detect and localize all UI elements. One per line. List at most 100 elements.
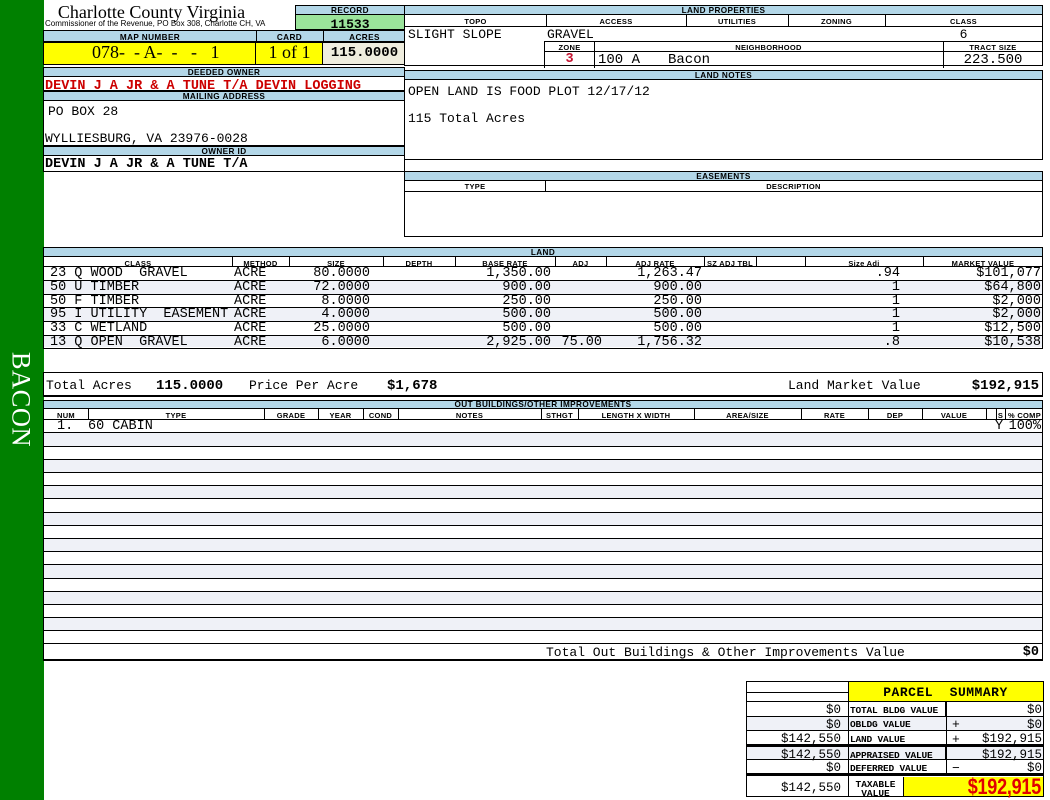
parcel-summary-title: PARCEL SUMMARY bbox=[883, 685, 1008, 700]
column-divider bbox=[289, 257, 290, 266]
parcel-summary-taxable-row: $142,550 TAXABLE VALUE $192,915 bbox=[747, 775, 1043, 799]
tract-size-value: 223.500 bbox=[963, 52, 1023, 68]
zone-columns: ZONE NEIGHBORHOOD TRACT SIZE bbox=[545, 42, 1043, 52]
sidebar-neighborhood-label: BACON bbox=[6, 351, 37, 448]
land-size: 25.0000 bbox=[313, 321, 370, 337]
column-divider bbox=[256, 31, 257, 41]
mailing-address-line1: PO BOX 28 bbox=[48, 103, 119, 119]
mailing-address-line2: WYLLIESBURG, VA 23976-0028 bbox=[45, 130, 248, 146]
ps-label: LAND VALUE bbox=[850, 733, 906, 745]
zone-value: 3 bbox=[565, 52, 574, 67]
acres-value-cell: 115.0000 bbox=[323, 43, 406, 64]
ps-value: $192,915 bbox=[981, 732, 1042, 746]
easement-type-label: TYPE bbox=[464, 182, 486, 191]
column-divider bbox=[455, 257, 456, 266]
out-building-empty-row bbox=[44, 618, 1042, 632]
column-divider bbox=[788, 15, 789, 26]
column-divider bbox=[946, 716, 947, 730]
land-size-adj: 1 bbox=[891, 321, 900, 337]
land-adj-rate: 1,263.47 bbox=[637, 266, 702, 281]
land-base-rate: 500.00 bbox=[502, 321, 551, 337]
ps-value: $0 bbox=[1026, 703, 1042, 717]
land-class: 50 U TIMBER bbox=[50, 279, 140, 295]
out-buildings-rows: 1. 60 CABIN Y 100% bbox=[43, 419, 1043, 644]
column-divider bbox=[323, 31, 324, 41]
ob-pct-comp: 100% bbox=[1008, 419, 1041, 434]
owner-id-value: DEVIN J A JR & A TUNE T/A bbox=[45, 157, 248, 172]
out-building-empty-row bbox=[44, 552, 1042, 566]
column-divider bbox=[996, 409, 997, 419]
land-notes-line2: 115 Total Acres bbox=[408, 111, 526, 126]
land-size-adj: 1 bbox=[891, 307, 900, 323]
land-class: 13 Q OPEN GRAVEL bbox=[50, 335, 188, 350]
column-divider bbox=[232, 257, 233, 266]
land-adj-rate: 500.00 bbox=[653, 321, 702, 337]
land-base-rate: 250.00 bbox=[502, 293, 551, 309]
parcel-summary-row: $0 TOTAL BLDG VALUE $0 bbox=[747, 702, 1043, 717]
column-divider bbox=[322, 43, 323, 64]
ps-prior: $0 bbox=[825, 717, 841, 732]
row-divider bbox=[747, 692, 848, 693]
land-adj-rate: 250.00 bbox=[653, 293, 702, 309]
ps-label: DEFERRED VALUE bbox=[850, 762, 928, 774]
column-divider bbox=[986, 409, 987, 419]
land-market-val: $10,538 bbox=[984, 335, 1041, 350]
total-acres-label: Total Acres bbox=[46, 378, 132, 393]
column-divider bbox=[363, 409, 364, 419]
land-method: ACRE bbox=[234, 293, 267, 309]
column-divider bbox=[545, 181, 546, 191]
out-building-empty-row bbox=[44, 539, 1042, 553]
land-method: ACRE bbox=[234, 321, 267, 337]
land-adj-rate: 500.00 bbox=[653, 307, 702, 323]
land-properties-box: TOPO ACCESS UTILITIES ZONING CLASS SLIGH… bbox=[404, 14, 1043, 68]
land-size: 8.0000 bbox=[321, 293, 370, 309]
out-building-empty-row bbox=[44, 512, 1042, 526]
out-building-empty-row bbox=[44, 591, 1042, 605]
land-class: 50 F TIMBER bbox=[50, 293, 140, 309]
mailing-address-cell: PO BOX 28 WYLLIESBURG, VA 23976-0028 bbox=[43, 100, 405, 146]
card-value: 1 of 1 bbox=[268, 42, 311, 62]
column-divider bbox=[318, 409, 319, 419]
out-building-row: 1. 60 CABIN Y 100% bbox=[44, 419, 1042, 434]
land-size-adj: 1 bbox=[891, 279, 900, 295]
parcel-summary-row: $142,550 APPRAISED VALUE $192,915 bbox=[747, 747, 1043, 762]
land-method: ACRE bbox=[234, 279, 267, 295]
land-market-val: $2,000 bbox=[992, 293, 1041, 309]
county-header: Charlotte County Virginia Commissioner o… bbox=[44, 0, 295, 30]
ob-num: 1. bbox=[57, 419, 74, 434]
map-card-acres-header: MAP NUMBER CARD ACRES bbox=[43, 30, 405, 42]
neighborhood-sidebar: BACON bbox=[0, 0, 44, 800]
utilities-label: UTILITIES bbox=[717, 17, 757, 26]
access-label: ACCESS bbox=[599, 17, 633, 26]
column-divider bbox=[868, 409, 869, 419]
map-number-label: MAP NUMBER bbox=[119, 33, 181, 42]
easement-description-label: DESCRIPTION bbox=[766, 182, 821, 191]
column-divider bbox=[264, 409, 265, 419]
land-size: 80.0000 bbox=[313, 266, 370, 281]
out-building-empty-row bbox=[44, 499, 1042, 513]
column-divider bbox=[945, 747, 947, 760]
land-row: 50 U TIMBER ACRE 72.0000 900.00 900.00 1… bbox=[44, 281, 1042, 295]
easements-columns: TYPE DESCRIPTION bbox=[405, 181, 1042, 192]
column-divider bbox=[686, 15, 687, 26]
land-method: ACRE bbox=[234, 266, 267, 281]
zoning-label: ZONING bbox=[821, 17, 852, 26]
land-base-rate: 2,925.00 bbox=[486, 335, 551, 350]
land-market-val: $12,500 bbox=[984, 321, 1041, 337]
land-market-val: $101,077 bbox=[976, 266, 1041, 281]
ps-taxable-value-cell: $192,915 bbox=[903, 775, 1043, 797]
out-building-empty-row bbox=[44, 447, 1042, 460]
county-subtitle: Commissioner of the Revenue, PO Box 308,… bbox=[45, 19, 266, 28]
land-row: 23 Q WOOD GRAVEL ACRE 80.0000 1,350.00 1… bbox=[44, 267, 1042, 281]
column-divider bbox=[578, 409, 579, 419]
out-building-empty-row bbox=[44, 433, 1042, 447]
land-adj-rate: 1,756.32 bbox=[637, 335, 702, 350]
land-market-value: $192,915 bbox=[971, 377, 1039, 394]
land-method: ACRE bbox=[234, 335, 267, 350]
topo-value: SLIGHT SLOPE bbox=[408, 27, 502, 42]
out-building-empty-row bbox=[44, 605, 1042, 619]
land-row: 33 C WETLAND ACRE 25.0000 500.00 500.00 … bbox=[44, 322, 1042, 336]
access-value: GRAVEL bbox=[547, 27, 594, 42]
land-size-adj: .94 bbox=[875, 266, 900, 281]
out-building-empty-row bbox=[44, 526, 1042, 539]
